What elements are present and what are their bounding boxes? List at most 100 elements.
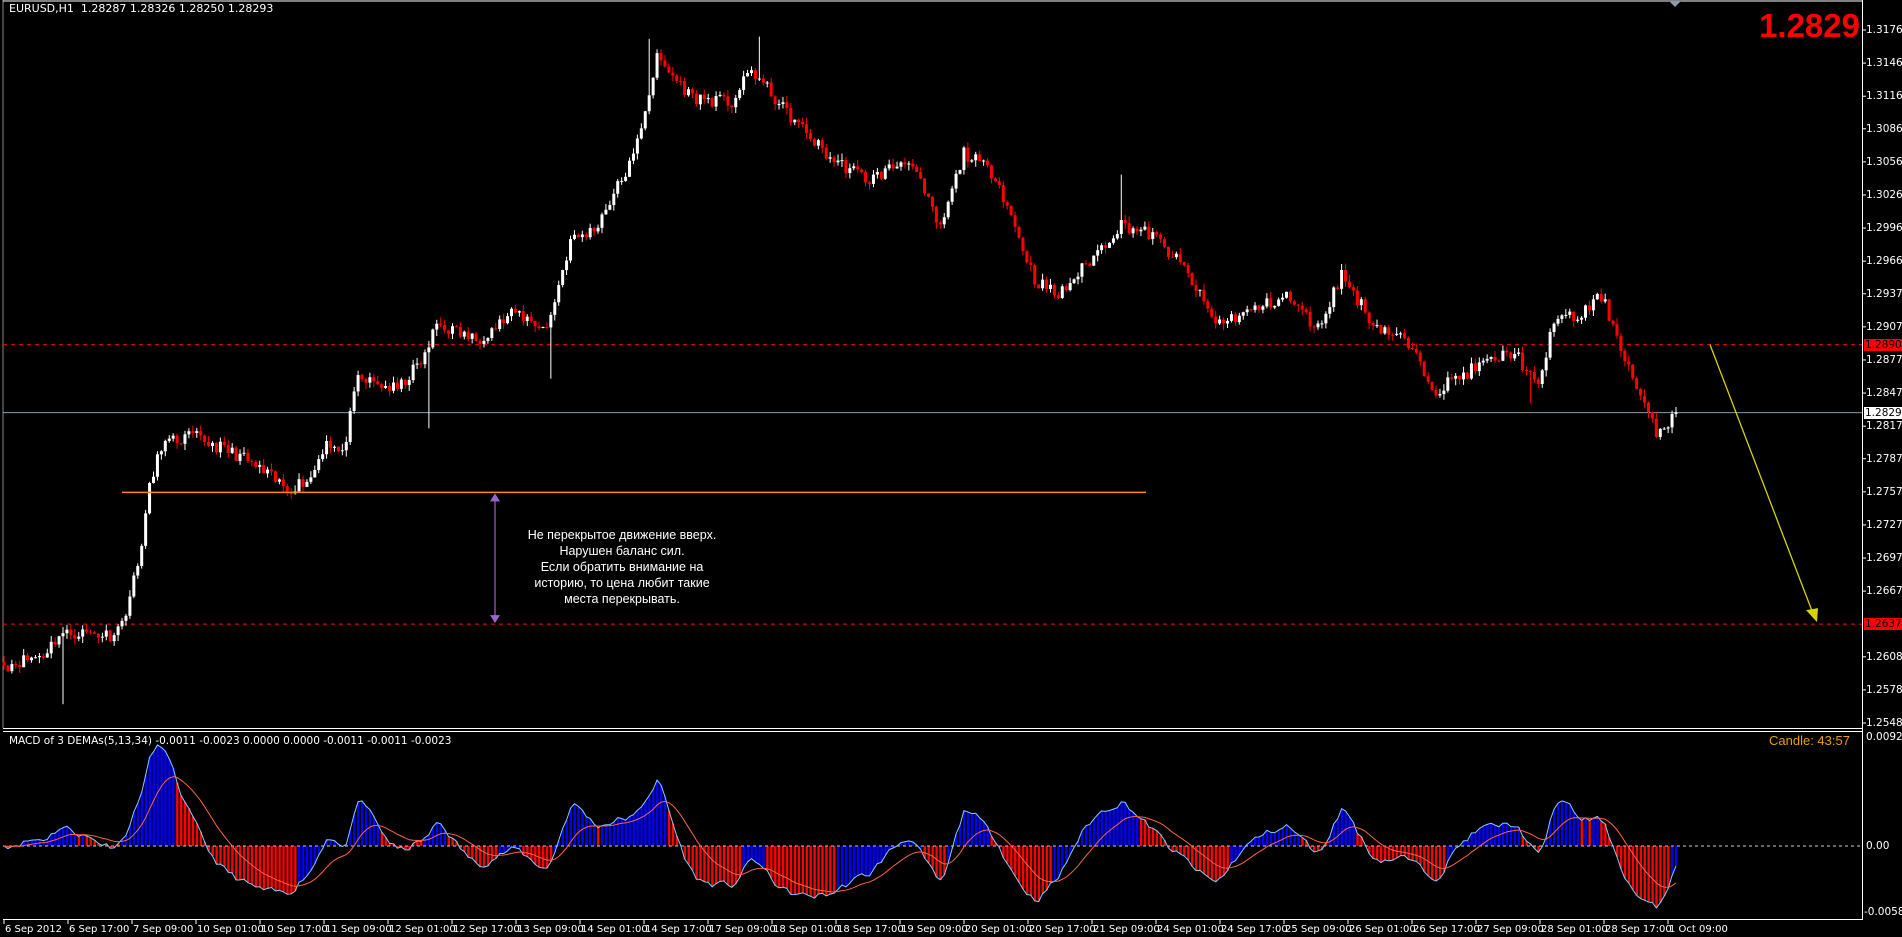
bear-candle	[675, 75, 679, 81]
time-tick-label: 12 Sep 17:00	[453, 924, 520, 935]
bull-candle	[746, 73, 750, 77]
macd-histogram-bar	[172, 768, 175, 846]
bull-candle	[553, 302, 557, 315]
bull-candle	[325, 441, 329, 455]
annotation-text[interactable]: Не перекрытое движение вверх. Нарушен ба…	[512, 527, 732, 607]
macd-histogram-bar	[726, 846, 730, 885]
bear-candle	[301, 479, 305, 487]
macd-histogram-bar	[486, 846, 490, 866]
macd-histogram-bar	[754, 846, 757, 862]
current-price-display: 1.2829	[1759, 7, 1860, 44]
macd-histogram-bar	[475, 846, 478, 863]
macd-histogram-bar	[1143, 819, 1147, 846]
macd-histogram-bar	[1136, 816, 1139, 846]
bear-candle	[856, 166, 860, 170]
macd-histogram-bar	[176, 782, 179, 846]
bid-price-label[interactable]: 1.28293	[1864, 406, 1902, 419]
bear-candle	[1406, 338, 1410, 348]
bear-candle	[395, 382, 399, 389]
bull-candle	[655, 53, 659, 78]
bear-candle	[466, 331, 470, 339]
macd-histogram-bar	[1006, 846, 1009, 864]
bear-candle	[1509, 352, 1513, 359]
bull-candle	[435, 323, 439, 330]
bear-candle	[1465, 372, 1469, 379]
resistance-level-label[interactable]: 1.28909	[1864, 338, 1902, 351]
macd-histogram-bar	[1139, 818, 1143, 846]
time-tick-label: 26 Sep 01:00	[1349, 924, 1416, 935]
chart-canvas[interactable]	[0, 0, 1902, 937]
macd-histogram-bar	[565, 819, 568, 846]
macd-histogram-bar	[632, 814, 635, 846]
macd-histogram-bar	[1198, 846, 1202, 871]
bull-candle	[706, 98, 710, 100]
price-tick-label: 1.26080	[1866, 650, 1902, 663]
bull-candle	[431, 329, 435, 348]
bear-candle	[513, 308, 517, 313]
bear-candle	[864, 172, 868, 183]
bear-candle	[1426, 376, 1430, 382]
macd-histogram-bar	[427, 834, 431, 846]
price-tick-label: 1.29665	[1866, 255, 1902, 268]
macd-histogram-bar	[1391, 846, 1395, 861]
time-tick-label: 6 Sep 17:00	[69, 924, 130, 935]
forecast-arrow-line	[1709, 344, 1815, 617]
macd-histogram-bar	[1206, 846, 1210, 877]
bull-candle	[195, 431, 199, 434]
bull-candle	[309, 477, 313, 482]
bear-candle	[1505, 350, 1509, 353]
bull-candle	[1395, 333, 1399, 335]
bear-candle	[1607, 299, 1611, 321]
bull-candle	[1591, 299, 1595, 311]
arrow-down-icon	[490, 615, 500, 624]
macd-histogram-bar	[1415, 846, 1418, 862]
macd-histogram-bar	[160, 747, 163, 846]
bear-candle	[92, 632, 96, 634]
bull-candle	[399, 379, 403, 389]
bear-candle	[730, 105, 734, 108]
bull-candle	[486, 337, 490, 341]
time-tick-label: 24 Sep 17:00	[1221, 924, 1288, 935]
bull-candle	[37, 656, 41, 658]
macd-histogram-bar	[774, 846, 777, 886]
bear-candle	[911, 163, 915, 167]
macd-histogram-bar	[1395, 846, 1399, 859]
macd-histogram-bar	[1486, 824, 1489, 846]
macd-histogram-bar	[1623, 846, 1627, 879]
bull-candle	[317, 459, 321, 470]
macd-histogram-bar	[77, 836, 81, 846]
bear-candle	[6, 665, 10, 672]
shift-marker-icon[interactable]	[1669, 1, 1681, 7]
bear-candle	[797, 119, 801, 122]
bull-candle	[1092, 255, 1096, 266]
bear-candle	[1639, 388, 1643, 396]
bull-candle	[116, 626, 120, 636]
bear-candle	[1202, 289, 1206, 302]
macd-histogram-bar	[1372, 846, 1375, 859]
macd-histogram-bar	[734, 846, 738, 884]
macd-histogram-bar	[180, 795, 183, 846]
annotation-line: Нарушен баланс сил.	[559, 544, 685, 558]
bear-candle	[1194, 285, 1198, 291]
time-tick-label: 27 Sep 09:00	[1477, 924, 1544, 935]
target-level-label[interactable]: 1.26376	[1864, 618, 1902, 631]
macd-histogram-bar	[970, 813, 974, 846]
macd-histogram-bar	[687, 846, 690, 865]
macd-histogram-bar	[848, 846, 852, 884]
bear-candle	[997, 181, 1001, 185]
bear-candle	[1300, 305, 1304, 310]
bull-candle	[954, 173, 958, 189]
macd-histogram-bar	[738, 846, 742, 878]
macd-histogram-bar	[294, 846, 297, 892]
bull-candle	[1131, 228, 1135, 234]
macd-histogram-bar	[715, 846, 718, 884]
bull-candle	[1666, 427, 1670, 429]
bull-candle	[1174, 253, 1178, 258]
bull-candle	[1100, 245, 1104, 251]
bear-candle	[207, 441, 211, 446]
bear-candle	[14, 664, 18, 666]
macd-histogram-bar	[935, 846, 938, 877]
macd-histogram-bar	[667, 810, 671, 846]
macd-histogram-bar	[282, 846, 285, 892]
annotation-line: Если обратить внимание на	[540, 560, 704, 574]
